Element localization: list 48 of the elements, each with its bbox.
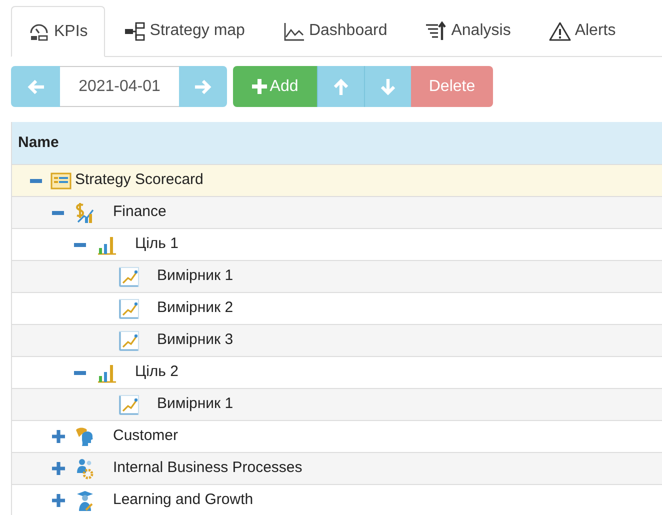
collapse-icon[interactable] [30, 178, 42, 182]
tab[interactable]: Analysis [406, 6, 530, 56]
tree-row[interactable]: Вимірник 1 [12, 261, 662, 293]
node-label: Ціль 1 [135, 234, 179, 254]
right-arrow-icon [194, 78, 212, 94]
trend-chart-icon [118, 394, 140, 416]
hierarchy-icon [124, 20, 146, 42]
tree-row[interactable]: Вимірник 1 [12, 389, 662, 421]
tab[interactable]: Strategy map [104, 6, 264, 56]
trend-chart-icon [118, 298, 140, 320]
node-label: Finance [113, 202, 166, 222]
warning-icon [548, 20, 571, 42]
trend-chart-icon [118, 266, 140, 288]
node-label: Вимірник 1 [157, 266, 234, 286]
node-label: Вимірник 2 [157, 298, 234, 318]
node-label: Learning and Growth [113, 490, 254, 510]
line-chart-icon [282, 20, 305, 42]
tree-row[interactable]: Internal Business Processes [12, 453, 662, 485]
trend-chart-icon [118, 330, 140, 352]
node-label: Customer [113, 426, 178, 446]
collapse-icon[interactable] [74, 370, 86, 374]
date-field[interactable]: 2021-04-01 [60, 66, 179, 107]
up-arrow-icon [333, 78, 349, 96]
node-label: Вимірник 1 [157, 394, 234, 414]
people-gear-icon [74, 458, 96, 480]
left-arrow-icon [26, 78, 44, 94]
tree-row[interactable]: Вимірник 3 [12, 325, 662, 357]
expand-icon[interactable] [52, 430, 64, 443]
tab[interactable]: Dashboard [264, 6, 406, 56]
node-label: Internal Business Processes [113, 458, 302, 478]
tree-row[interactable]: Finance [12, 197, 662, 229]
collapse-icon[interactable] [52, 210, 64, 214]
node-label: Вимірник 3 [157, 330, 234, 350]
collapse-icon[interactable] [74, 242, 86, 246]
dollar-chart-icon [74, 202, 96, 224]
down-arrow-icon [380, 78, 396, 96]
column-header: Name [17, 132, 59, 153]
sort-icon [425, 20, 448, 42]
node-label: Strategy Scorecard [75, 170, 204, 190]
tree-row[interactable]: Strategy Scorecard [12, 165, 662, 197]
plus-icon [252, 79, 267, 94]
tab[interactable]: Alerts [530, 6, 635, 56]
tab[interactable]: KPIs [11, 6, 105, 57]
node-label: Ціль 2 [135, 362, 179, 382]
head-silhouette-icon [74, 426, 96, 448]
gauge-icon [28, 21, 50, 42]
expand-icon[interactable] [52, 494, 64, 507]
expand-icon[interactable] [52, 462, 64, 475]
